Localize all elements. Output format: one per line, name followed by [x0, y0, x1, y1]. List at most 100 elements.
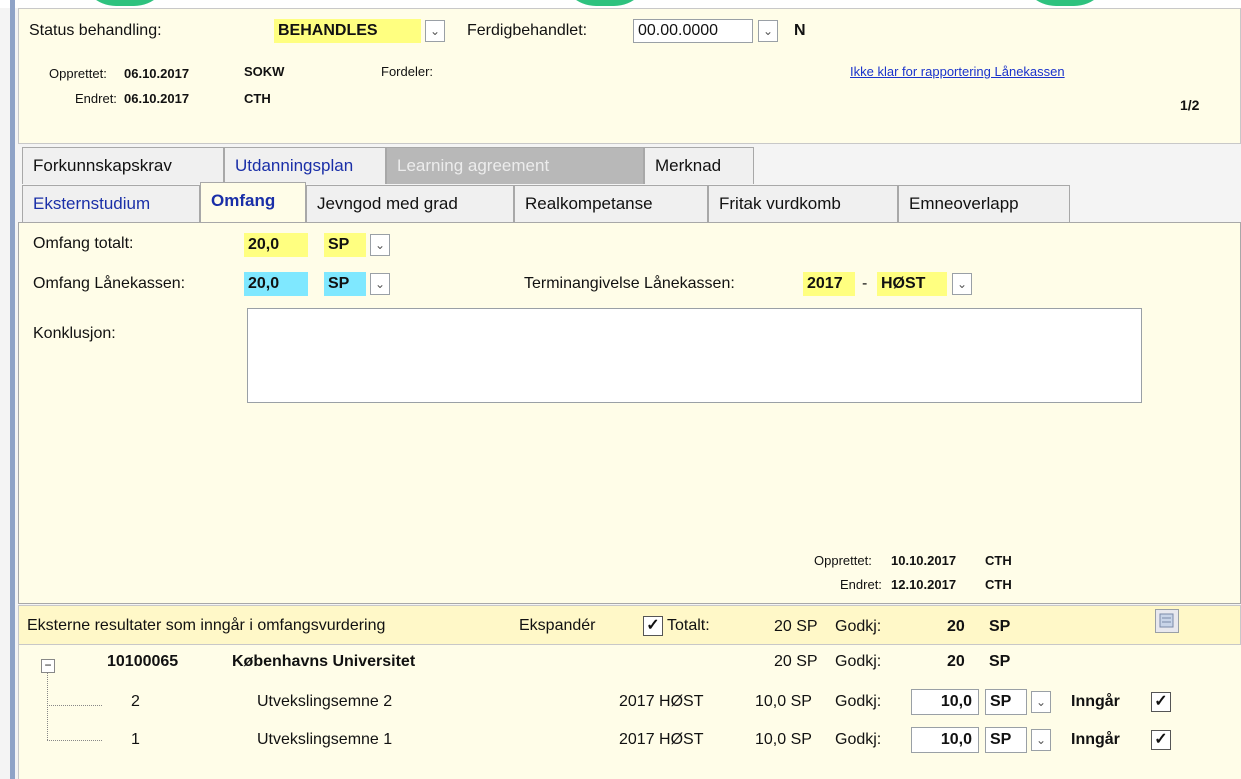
row-name: Utvekslingsemne 2 [257, 693, 393, 710]
row-inngar-checkbox[interactable]: ✓ [1151, 692, 1171, 712]
checkmark-icon: ✓ [1154, 731, 1168, 748]
row-term: 2017 HØST [619, 693, 704, 710]
endret-label: Endret: [75, 91, 117, 106]
status-dropdown-button[interactable]: ⌄ [425, 20, 445, 42]
tab-eksternstudium[interactable]: Eksternstudium [22, 185, 200, 222]
panel-endret-label: Endret: [840, 577, 882, 592]
tab-emneoverlapp[interactable]: Emneoverlapp [898, 185, 1070, 222]
termin-separator: - [862, 275, 868, 292]
settings-button[interactable] [1155, 609, 1179, 633]
institution-godkj-value: 20 [947, 653, 965, 670]
minus-icon: − [44, 658, 52, 672]
omfang-lanekassen-label: Omfang Lånekassen: [33, 275, 186, 292]
opprettet-label: Opprettet: [49, 66, 107, 81]
endret-date: 06.10.2017 [124, 91, 190, 106]
fordeler-label: Fordeler: [381, 64, 434, 79]
row-godkj-label: Godkj: [835, 693, 882, 710]
chevron-down-icon: ⌄ [762, 24, 774, 38]
row-name: Utvekslingsemne 1 [257, 731, 393, 748]
tab-fritak-vurdkomb[interactable]: Fritak vurdkomb [708, 185, 898, 222]
row-inngar-label: Inngår [1071, 693, 1120, 710]
institution-sp: 20 SP [774, 653, 818, 670]
totalt-godkj-value: 20 [947, 618, 965, 635]
omfang-totalt-unit[interactable]: SP [324, 233, 366, 257]
row-godkj-label: Godkj: [835, 731, 882, 748]
tab-utdanningsplan[interactable]: Utdanningsplan [224, 147, 386, 184]
window-left-border [10, 0, 15, 779]
row-nr: 1 [131, 731, 140, 748]
checkmark-icon: ✓ [646, 617, 660, 634]
results-header-label: Eksterne resultater som inngår i omfangs… [27, 617, 386, 634]
panel-opprettet-user: CTH [985, 553, 1012, 568]
totalt-godkj-unit: SP [989, 618, 1011, 635]
totalt-godkj-label: Godkj: [835, 618, 882, 635]
opprettet-date: 06.10.2017 [124, 66, 190, 81]
institution-godkj-label: Godkj: [835, 653, 882, 670]
ferdig-date-field[interactable]: 00.00.0000 [633, 19, 753, 43]
tree-line [47, 673, 48, 740]
omfang-lanekassen-field[interactable]: 20,0 [244, 272, 308, 296]
tab-omfang[interactable]: Omfang [200, 182, 306, 222]
chevron-down-icon: ⌄ [374, 238, 386, 252]
row-inngar-label: Inngår [1071, 731, 1120, 748]
decoration-arc [80, 0, 170, 6]
tab-learning-agreement: Learning agreement [386, 147, 644, 184]
chevron-down-icon: ⌄ [1035, 695, 1047, 709]
tab-forkunnskapskrav[interactable]: Forkunnskapskrav [22, 147, 224, 184]
omfang-panel: Omfang totalt: 20,0 SP ⌄ Omfang Lånekass… [18, 222, 1241, 604]
panel-endret-user: CTH [985, 577, 1012, 592]
endret-user: CTH [244, 91, 271, 106]
row-inngar-checkbox[interactable]: ✓ [1151, 730, 1171, 750]
ferdig-dropdown-button[interactable]: ⌄ [758, 20, 778, 42]
termin-year-field[interactable]: 2017 [803, 272, 855, 296]
results-list: − 10100065 Københavns Universitet 20 SP … [18, 645, 1241, 779]
row-term: 2017 HØST [619, 731, 704, 748]
decoration-arc [560, 0, 650, 6]
institution-name: Københavns Universitet [232, 653, 416, 670]
row-sp: 10,0 SP [755, 731, 812, 748]
row-godkj-input[interactable]: 10,0 [911, 689, 979, 715]
omfang-totalt-field[interactable]: 20,0 [244, 233, 308, 257]
status-panel: Status behandling: BEHANDLES ⌄ Ferdigbeh… [18, 8, 1241, 144]
tree-line [47, 705, 102, 706]
chevron-down-icon: ⌄ [374, 277, 386, 291]
totalt-unit-dropdown[interactable]: ⌄ [370, 234, 390, 256]
page-indicator: 1/2 [1180, 97, 1200, 113]
row-godkj-input[interactable]: 10,0 [911, 727, 979, 753]
row-unit-field[interactable]: SP [985, 727, 1027, 753]
panel-opprettet-date: 10.10.2017 [891, 553, 957, 568]
termin-season-field[interactable]: HØST [877, 272, 947, 296]
ekspander-checkbox[interactable]: ✓ [643, 616, 663, 636]
collapse-toggle[interactable]: − [41, 659, 55, 673]
opprettet-user: SOKW [244, 64, 285, 79]
termin-label: Terminangivelse Lånekassen: [524, 275, 735, 292]
tab-realkompetanse[interactable]: Realkompetanse [514, 185, 708, 222]
row-unit-dropdown[interactable]: ⌄ [1031, 729, 1051, 751]
institution-code: 10100065 [107, 653, 179, 670]
checkmark-icon: ✓ [1154, 693, 1168, 710]
termin-season-dropdown[interactable]: ⌄ [952, 273, 972, 295]
lanekassen-unit-dropdown[interactable]: ⌄ [370, 273, 390, 295]
results-header: Eksterne resultater som inngår i omfangs… [18, 605, 1241, 645]
konklusjon-label: Konklusjon: [33, 325, 116, 342]
status-flag: N [794, 22, 806, 39]
konklusjon-textarea[interactable] [247, 308, 1142, 403]
top-decoration [0, 0, 1241, 8]
row-nr: 2 [131, 693, 140, 710]
tab-merknad[interactable]: Merknad [644, 147, 754, 184]
institution-godkj-unit: SP [989, 653, 1011, 670]
row-unit-field[interactable]: SP [985, 689, 1027, 715]
row-unit-dropdown[interactable]: ⌄ [1031, 691, 1051, 713]
panel-endret-date: 12.10.2017 [891, 577, 957, 592]
row-sp: 10,0 SP [755, 693, 812, 710]
tab-jevngod-med-grad[interactable]: Jevngod med grad [306, 185, 514, 222]
ekspander-label: Ekspandér [519, 617, 596, 634]
status-value-field[interactable]: BEHANDLES [274, 19, 421, 43]
panel-opprettet-label: Opprettet: [814, 553, 872, 568]
list-icon [1159, 613, 1174, 628]
decoration-arc [1020, 0, 1110, 6]
ferdig-label: Ferdigbehandlet: [467, 22, 588, 39]
rapport-link[interactable]: Ikke klar for rapportering Lånekassen [850, 64, 1065, 79]
chevron-down-icon: ⌄ [429, 24, 441, 38]
omfang-lanekassen-unit[interactable]: SP [324, 272, 366, 296]
